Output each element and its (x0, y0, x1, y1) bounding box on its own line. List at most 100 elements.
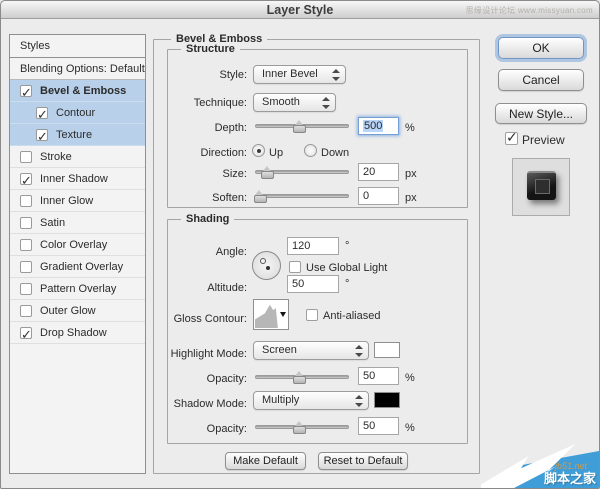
highlight-mode-dropdown[interactable]: Screen (253, 341, 369, 360)
style-checkbox[interactable] (20, 261, 32, 273)
sidebar-item[interactable]: Inner Glow (10, 190, 145, 212)
preview-thumbnail (512, 158, 570, 216)
sidebar-item[interactable]: Drop Shadow (10, 322, 145, 344)
style-checkbox[interactable] (20, 283, 32, 295)
style-checkbox[interactable] (20, 239, 32, 251)
sidebar-item-label: Inner Shadow (40, 173, 108, 185)
title-bar[interactable]: Layer Style 思缘设计论坛 www.missyuan.com (1, 1, 599, 19)
make-default-button[interactable]: Make Default (225, 452, 306, 470)
opacity2-unit: % (405, 422, 415, 434)
shadow-mode-value: Multiply (262, 394, 299, 406)
angle-dial-center-dot (266, 266, 270, 270)
style-checkbox[interactable] (36, 107, 48, 119)
sidebar-item-label: Inner Glow (40, 195, 93, 207)
opacity2-input[interactable]: 50 (358, 417, 399, 435)
shadow-mode-dropdown[interactable]: Multiply (253, 391, 369, 410)
shadow-color-swatch[interactable] (374, 392, 400, 408)
use-global-light-label: Use Global Light (306, 262, 387, 274)
size-unit: px (405, 168, 417, 180)
soften-slider[interactable] (255, 194, 349, 198)
style-checkbox[interactable] (20, 85, 32, 97)
shadow-mode-label: Shadow Mode: (147, 398, 247, 410)
sidebar-item[interactable]: Gradient Overlay (10, 256, 145, 278)
depth-input[interactable]: 500 (358, 117, 399, 135)
preview-checkbox[interactable] (505, 132, 518, 145)
depth-slider[interactable] (255, 124, 349, 128)
direction-down-radio[interactable] (304, 144, 317, 157)
sidebar-item[interactable]: Color Overlay (10, 234, 145, 256)
angle-dial[interactable] (252, 251, 281, 280)
technique-dropdown[interactable]: Smooth (253, 93, 336, 112)
direction-up-label: Up (269, 147, 283, 159)
style-checkbox[interactable] (20, 173, 32, 185)
style-checkbox[interactable] (36, 129, 48, 141)
sidebar-item-label: Bevel & Emboss (40, 85, 126, 97)
sidebar-item[interactable]: Texture (10, 124, 145, 146)
cancel-button[interactable]: Cancel (498, 69, 584, 91)
sidebar-item-label: Texture (56, 129, 92, 141)
ok-button[interactable]: OK (498, 37, 584, 59)
style-checkbox[interactable] (20, 151, 32, 163)
soften-slider-thumb[interactable] (254, 190, 266, 202)
updown-arrows-icon (355, 395, 363, 407)
depth-slider-thumb[interactable] (293, 120, 305, 132)
reset-to-default-button[interactable]: Reset to Default (318, 452, 408, 470)
gloss-contour-picker[interactable] (253, 299, 289, 330)
angle-dial-light-dot (260, 258, 266, 264)
sidebar-item[interactable]: Inner Shadow (10, 168, 145, 190)
direction-up-radio[interactable] (252, 144, 265, 157)
altitude-input[interactable]: 50 (287, 275, 339, 293)
opacity1-unit: % (405, 372, 415, 384)
sidebar-list: Blending Options: Default Bevel & Emboss… (10, 58, 145, 344)
sidebar-item[interactable]: Bevel & Emboss (10, 80, 145, 102)
technique-dropdown-value: Smooth (262, 96, 300, 108)
contour-dropdown-arrow-icon (280, 312, 286, 317)
opacity2-slider-thumb[interactable] (293, 421, 305, 433)
style-checkbox[interactable] (20, 327, 32, 339)
opacity1-slider-thumb[interactable] (293, 371, 305, 383)
sidebar-item-label: Contour (56, 107, 95, 119)
style-checkbox[interactable] (20, 217, 32, 229)
soften-unit: px (405, 192, 417, 204)
depth-label: Depth: (167, 122, 247, 134)
style-checkbox[interactable] (20, 195, 32, 207)
updown-arrows-icon (332, 69, 340, 81)
sidebar-item[interactable]: Outer Glow (10, 300, 145, 322)
size-input[interactable]: 20 (358, 163, 399, 181)
use-global-light-checkbox[interactable] (289, 261, 301, 273)
highlight-color-swatch[interactable] (374, 342, 400, 358)
size-slider[interactable] (255, 170, 349, 174)
angle-input[interactable]: 120 (287, 237, 339, 255)
sidebar-item[interactable]: Pattern Overlay (10, 278, 145, 300)
technique-label: Technique: (167, 97, 247, 109)
direction-label: Direction: (167, 147, 247, 159)
sidebar-item-label: Pattern Overlay (40, 283, 116, 295)
sidebar-header: Styles (10, 35, 145, 58)
anti-aliased-label: Anti-aliased (323, 310, 380, 322)
size-slider-thumb[interactable] (261, 166, 273, 178)
watermark-name: 脚本之家 (544, 468, 596, 487)
preview-label: Preview (522, 133, 565, 147)
opacity1-label: Opacity: (167, 373, 247, 385)
sidebar-item-label: Color Overlay (40, 239, 107, 251)
highlight-mode-value: Screen (262, 344, 297, 356)
soften-input[interactable]: 0 (358, 187, 399, 205)
angle-label: Angle: (167, 246, 247, 258)
opacity2-slider[interactable] (255, 425, 349, 429)
sidebar-item-label: Drop Shadow (40, 327, 107, 339)
altitude-label: Altitude: (167, 282, 247, 294)
anti-aliased-checkbox[interactable] (306, 309, 318, 321)
styles-sidebar: Styles Blending Options: Default Bevel &… (9, 34, 146, 474)
opacity2-label: Opacity: (167, 423, 247, 435)
sidebar-item[interactable]: Satin (10, 212, 145, 234)
sidebar-item[interactable]: Contour (10, 102, 145, 124)
sidebar-item[interactable]: Stroke (10, 146, 145, 168)
opacity1-input[interactable]: 50 (358, 367, 399, 385)
structure-title: Structure (181, 43, 240, 55)
opacity1-slider[interactable] (255, 375, 349, 379)
sidebar-item[interactable]: Blending Options: Default (10, 58, 145, 80)
new-style-button[interactable]: New Style... (495, 103, 587, 124)
style-checkbox[interactable] (20, 305, 32, 317)
contour-curve-icon (255, 301, 281, 328)
style-dropdown[interactable]: Inner Bevel (253, 65, 346, 84)
